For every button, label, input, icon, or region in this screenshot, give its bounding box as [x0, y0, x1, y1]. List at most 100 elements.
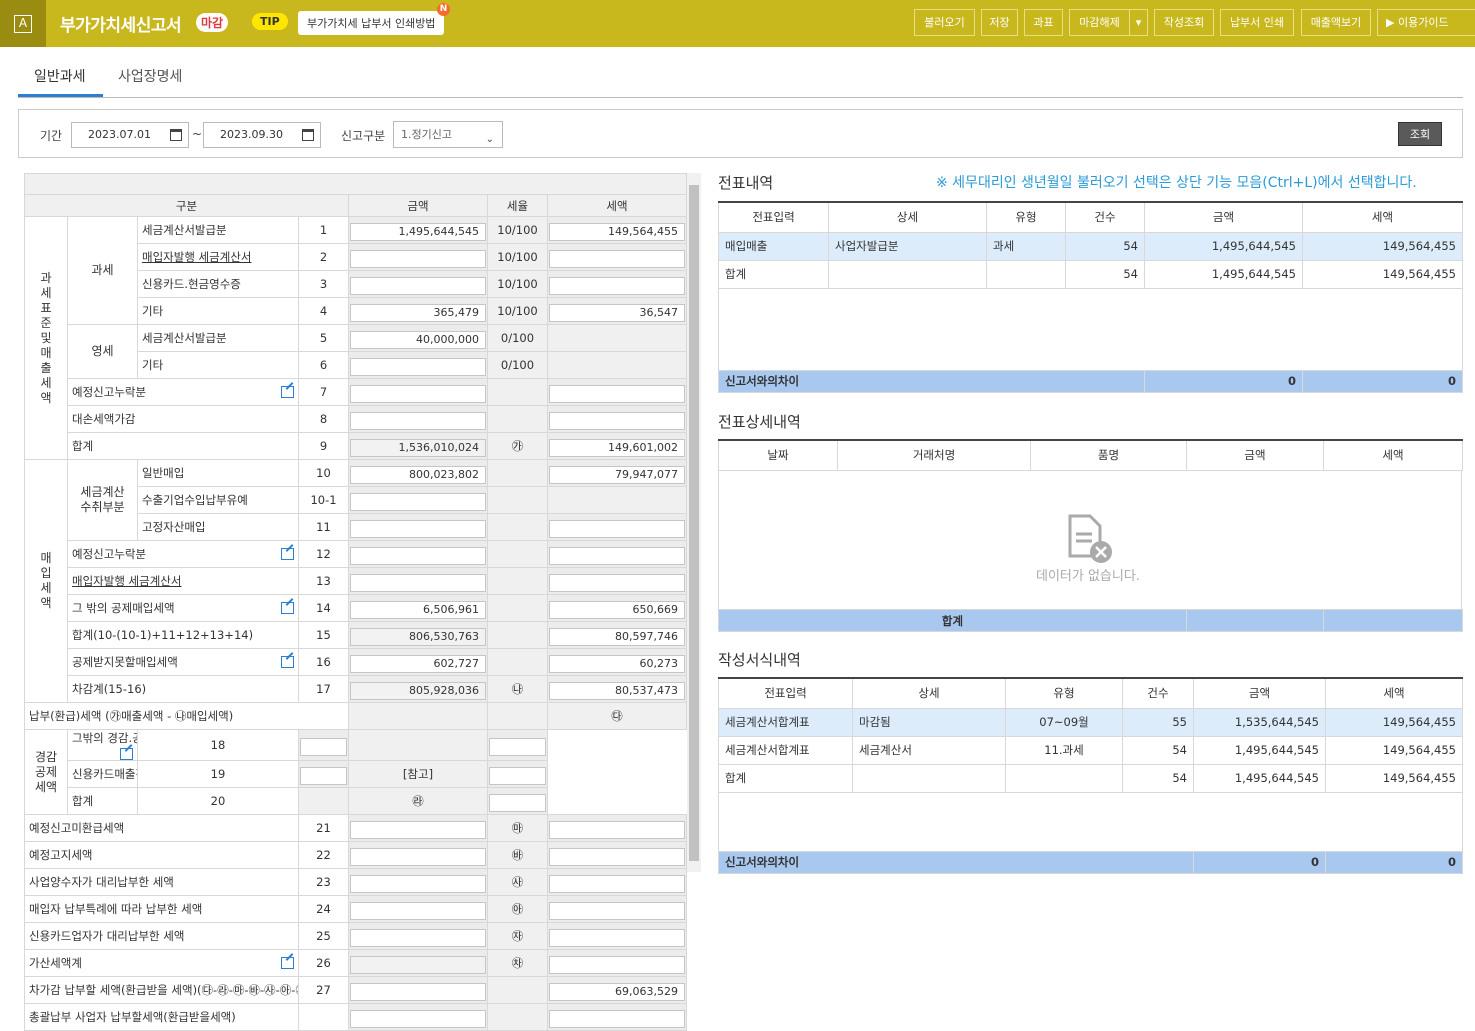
amount-input[interactable]	[300, 767, 347, 785]
tab-general[interactable]: 일반과세	[34, 66, 86, 86]
tax-input[interactable]	[549, 385, 686, 403]
page-title: 부가가치세신고서	[60, 16, 182, 36]
guide-button[interactable]: ▶ 이용가이드	[1377, 9, 1475, 36]
tax-input[interactable]: 79,947,077	[549, 466, 686, 484]
amount-input[interactable]	[350, 520, 486, 538]
row-label: 합계(10-(10-1)+11+12+13+14)	[67, 621, 299, 649]
tax-input[interactable]	[549, 848, 686, 866]
tax-input[interactable]: 80,597,746	[549, 628, 686, 646]
tax-input[interactable]	[489, 738, 546, 756]
amount-input[interactable]	[350, 493, 486, 511]
amount-input[interactable]	[350, 358, 486, 376]
amount-input[interactable]: 6,506,961	[350, 601, 486, 619]
amount-input[interactable]	[350, 412, 486, 430]
chevron-down-icon[interactable]: ▾	[1129, 9, 1148, 36]
line-no: 27	[298, 976, 349, 1004]
tax-input[interactable]: 650,669	[549, 601, 686, 619]
amount-input[interactable]	[300, 738, 347, 756]
col-header: 금액	[1186, 439, 1324, 471]
query-button[interactable]: 작성조회	[1154, 9, 1214, 36]
edit-icon[interactable]	[120, 748, 133, 760]
table-row[interactable]: 합계 54 1,495,644,545 149,564,455	[718, 259, 1463, 289]
rate-cell: ㉶	[487, 922, 548, 950]
table-row[interactable]: 세금계산서합계표 마감됨 07~09월 55 1,535,644,545 149,564,…	[718, 707, 1463, 737]
tab-business[interactable]: 사업장명세	[118, 66, 182, 86]
cell	[1005, 763, 1123, 793]
search-button[interactable]: 조회	[1398, 122, 1442, 146]
tax-input[interactable]	[549, 412, 686, 430]
amount-input[interactable]	[350, 902, 486, 920]
date-to-field[interactable]: 2023.09.30	[203, 122, 321, 148]
tax-input[interactable]	[549, 250, 686, 268]
tax-input[interactable]: 149,601,002	[549, 439, 686, 457]
row-label: 사업양수자가 대리납부한 세액	[24, 868, 299, 896]
tax-input[interactable]	[489, 767, 546, 785]
amount-input[interactable]	[350, 1010, 486, 1028]
table-row[interactable]: 매입매출 사업자발급분 과세 54 1,495,644,545 149,564,455	[718, 231, 1463, 261]
cell	[852, 763, 1006, 793]
load-button[interactable]: 불러오기	[914, 9, 975, 36]
edit-icon[interactable]	[281, 386, 294, 398]
edit-icon[interactable]	[281, 957, 294, 969]
amount-input[interactable]	[350, 956, 486, 974]
amount-input[interactable]	[350, 574, 486, 592]
table-row[interactable]: 합계 54 1,495,644,545 149,564,455	[718, 763, 1463, 793]
edit-icon[interactable]	[281, 656, 294, 668]
calendar-icon[interactable]	[170, 129, 182, 141]
tax-input[interactable]: 36,547	[549, 304, 686, 322]
table-row: 영세 세금계산서발급분 5 40,000,000 0/100	[25, 324, 688, 379]
tax-input[interactable]	[549, 1010, 686, 1028]
amount-input[interactable]: 602,727	[350, 655, 486, 673]
amount-input[interactable]: 40,000,000	[350, 331, 486, 349]
cell: 과세	[986, 231, 1066, 261]
amount-input[interactable]: 806,530,763	[350, 628, 486, 646]
tax-input[interactable]	[549, 277, 686, 295]
tax-input[interactable]	[489, 794, 546, 812]
tax-input[interactable]	[549, 902, 686, 920]
tax-input[interactable]	[549, 956, 686, 974]
amount-input[interactable]	[350, 983, 486, 1001]
line-no: 5	[298, 324, 349, 352]
amount-input[interactable]: 805,928,036	[350, 682, 486, 700]
tax-input[interactable]	[549, 875, 686, 893]
save-button[interactable]: 저장	[981, 9, 1018, 36]
amount-input[interactable]	[350, 848, 486, 866]
amount-input[interactable]: 800,023,802	[350, 466, 486, 484]
scrollbar[interactable]	[687, 173, 701, 872]
calendar-icon[interactable]	[302, 129, 314, 141]
row-label: 신용카드매출전표등 발행공제 계	[67, 760, 138, 788]
amount-input[interactable]	[350, 875, 486, 893]
report-type-select[interactable]: 1.정기신고 ⌄	[393, 121, 503, 148]
col-header: 전표입력	[718, 677, 853, 709]
amount-input[interactable]	[350, 821, 486, 839]
amount-input[interactable]	[350, 547, 486, 565]
amount-input[interactable]: 365,479	[350, 304, 486, 322]
tax-input[interactable]: 60,273	[549, 655, 686, 673]
date-from-field[interactable]: 2023.07.01	[71, 122, 189, 148]
tax-input[interactable]	[549, 821, 686, 839]
amount-input[interactable]	[350, 277, 486, 295]
cell: 07~09월	[1005, 707, 1123, 737]
app-logo[interactable]: A	[0, 0, 46, 47]
sales-view-button[interactable]: 매출액보기	[1301, 9, 1371, 36]
tax-base-button[interactable]: 과표	[1024, 9, 1063, 36]
tax-input[interactable]	[549, 574, 686, 592]
scroll-thumb[interactable]	[689, 185, 699, 861]
amount-input[interactable]	[350, 250, 486, 268]
unclose-button[interactable]: 마감해제	[1069, 9, 1129, 36]
tip-link[interactable]: 부가가치세 납부서 인쇄방법	[298, 11, 445, 35]
tax-input[interactable]: 69,063,529	[549, 983, 686, 1001]
amount-input[interactable]: 1,536,010,024	[350, 439, 486, 457]
tax-input[interactable]: 80,537,473	[549, 682, 686, 700]
amount-input[interactable]	[350, 929, 486, 947]
tax-input[interactable]	[549, 547, 686, 565]
print-payment-button[interactable]: 납부서 인쇄	[1220, 9, 1294, 36]
amount-input[interactable]	[350, 385, 486, 403]
table-row[interactable]: 세금계산서합계표 세금계산서 11.과세 54 1,495,644,545 149,564…	[718, 735, 1463, 765]
edit-icon[interactable]	[281, 602, 294, 614]
amount-input[interactable]: 1,495,644,545	[350, 223, 486, 241]
edit-icon[interactable]	[281, 548, 294, 560]
tax-input[interactable]: 149,564,455	[549, 223, 686, 241]
tax-input[interactable]	[549, 520, 686, 538]
tax-input[interactable]	[549, 929, 686, 947]
